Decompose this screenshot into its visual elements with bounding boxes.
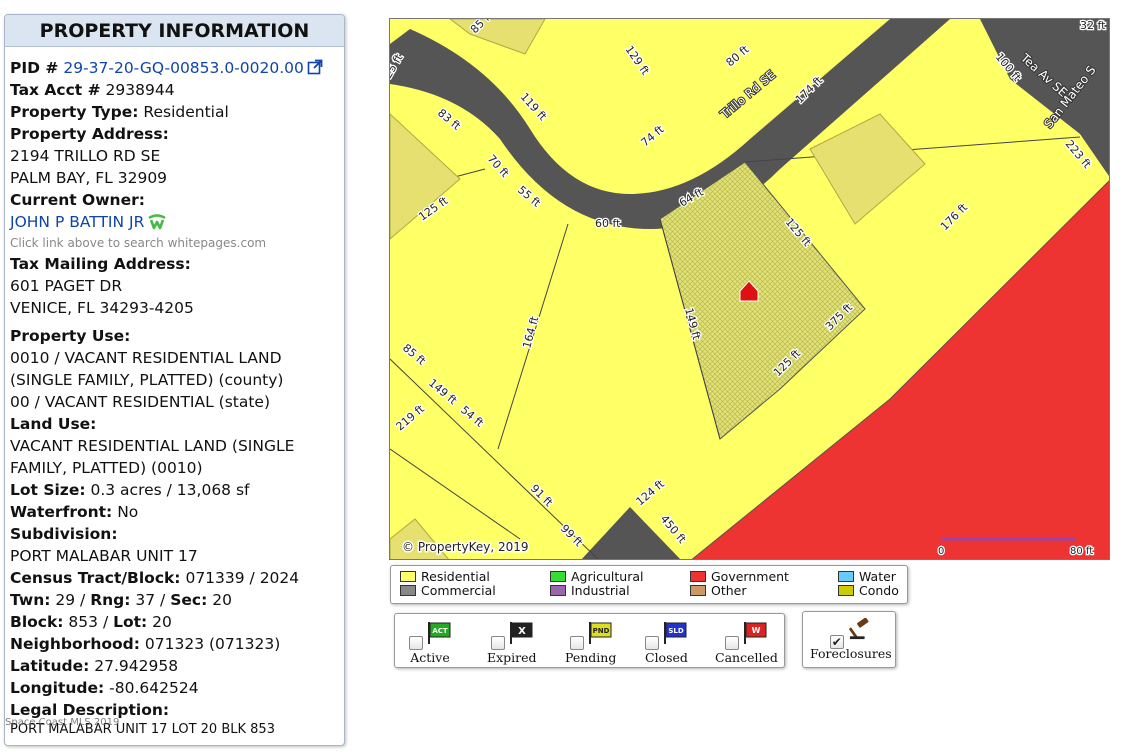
- scale-start-label: 0: [938, 546, 944, 557]
- swatch-industrial: [550, 585, 566, 596]
- owner-row: JOHN P BATTIN JR: [10, 211, 344, 233]
- map-legend: Residential Commercial Agricultural Indu…: [390, 565, 908, 604]
- legend-item-commercial: Commercial: [400, 584, 496, 598]
- foreclosures-filter[interactable]: ✔ Foreclosures: [802, 611, 896, 668]
- gavel-icon: [848, 618, 869, 640]
- property-use-line-2: (SINGLE FAMILY, PLATTED) (county): [10, 371, 284, 389]
- swatch-other: [690, 585, 706, 596]
- waterfront-row: Waterfront: No: [10, 503, 139, 521]
- dim-label: 60 ft: [595, 217, 621, 230]
- scale-end-label: 80 ft: [1070, 546, 1093, 557]
- swatch-residential: [400, 571, 416, 582]
- owner-hint: Click link above to search whitepages.co…: [10, 236, 267, 250]
- mailing-line-2: VENICE, FL 34293-4205: [10, 299, 194, 317]
- property-address-label: Property Address:: [10, 125, 169, 143]
- expired-checkbox[interactable]: [490, 636, 505, 650]
- swatch-government: [690, 571, 706, 582]
- mls-watermark: Space Coast MLS 2019: [5, 717, 120, 728]
- closed-checkbox[interactable]: [645, 636, 660, 650]
- filter-cancelled[interactable]: W Cancelled: [715, 622, 778, 665]
- legend-item-residential: Residential: [400, 570, 490, 584]
- land-use-line-2: FAMILY, PLATTED) (0010): [10, 459, 203, 477]
- panel-body: PID # 29-37-20-GQ-00853.0-0020.00 Tax Ac…: [5, 47, 344, 739]
- property-use-line-3: 00 / VACANT RESIDENTIAL (state): [10, 393, 271, 411]
- svg-text:W: W: [752, 626, 761, 635]
- subdivision-value: PORT MALABAR UNIT 17: [10, 547, 198, 565]
- pending-label: Pending: [565, 650, 617, 665]
- swatch-commercial: [400, 585, 416, 596]
- land-use-label: Land Use:: [10, 415, 97, 433]
- foreclosures-label: Foreclosures: [810, 646, 892, 661]
- tax-acct-row: Tax Acct # 2938944: [10, 79, 344, 101]
- svg-text:ACT: ACT: [432, 627, 448, 635]
- mailing-line-1: 601 PAGET DR: [10, 277, 123, 295]
- pending-flag-icon: PND: [588, 622, 612, 644]
- property-use-label: Property Use:: [10, 327, 131, 345]
- pid-row: PID # 29-37-20-GQ-00853.0-0020.00: [10, 57, 344, 79]
- swatch-water: [838, 571, 854, 582]
- expired-flag-icon: X: [509, 622, 533, 644]
- filter-pending[interactable]: PND Pending: [565, 622, 616, 665]
- map-copyright: © PropertyKey, 2019: [402, 540, 529, 554]
- mailing-label: Tax Mailing Address:: [10, 255, 191, 273]
- pending-checkbox[interactable]: [569, 636, 584, 650]
- twn-rng-sec-row: Twn: 29 / Rng: 37 / Sec: 20: [10, 591, 232, 609]
- longitude-row: Longitude: -80.642524: [10, 679, 199, 697]
- parcel-map[interactable]: Trillo Rd SE Tea Av SE San Mateo S 85 ft…: [389, 18, 1110, 560]
- subdivision-label: Subdivision:: [10, 525, 118, 543]
- waterfront-value: No: [117, 503, 139, 521]
- census-value: 071339 / 2024: [185, 569, 300, 587]
- filter-expired[interactable]: X Expired: [487, 622, 537, 665]
- pid-label: PID #: [10, 59, 59, 77]
- legend-item-agricultural: Agricultural: [550, 570, 643, 584]
- legend-item-condo: Condo: [838, 584, 899, 598]
- active-flag-icon: ACT: [428, 622, 451, 644]
- cancelled-checkbox[interactable]: [725, 636, 740, 650]
- legend-item-water: Water: [838, 570, 896, 584]
- legend-item-government: Government: [690, 570, 789, 584]
- legend-item-other: Other: [690, 584, 747, 598]
- census-row: Census Tract/Block: 071339 / 2024: [10, 569, 300, 587]
- property-type-row: Property Type: Residential: [10, 101, 344, 123]
- swatch-condo: [838, 585, 854, 596]
- svg-text:X: X: [518, 626, 526, 637]
- closed-flag-icon: SLD: [664, 622, 687, 644]
- land-use-line-1: VACANT RESIDENTIAL LAND (SINGLE: [10, 437, 295, 455]
- svg-text:PND: PND: [592, 627, 609, 635]
- cancelled-label: Cancelled: [715, 650, 778, 665]
- lot-size-row: Lot Size: 0.3 acres / 13,068 sf: [10, 481, 250, 499]
- parcel-map-canvas[interactable]: Trillo Rd SE Tea Av SE San Mateo S 85 ft…: [390, 19, 1110, 560]
- latitude-row: Latitude: 27.942958: [10, 657, 179, 675]
- panel-title: PROPERTY INFORMATION: [5, 15, 344, 47]
- filter-active[interactable]: ACT Active: [409, 622, 451, 665]
- tax-acct-value: 2938944: [105, 81, 175, 99]
- neighborhood-row: Neighborhood: 071323 (071323): [10, 635, 281, 653]
- svg-text:SLD: SLD: [669, 627, 685, 635]
- closed-label: Closed: [645, 650, 688, 665]
- external-link-icon[interactable]: [307, 59, 323, 75]
- block-lot-row: Block: 853 / Lot: 20: [10, 613, 172, 631]
- owner-label: Current Owner:: [10, 191, 145, 209]
- pid-link[interactable]: 29-37-20-GQ-00853.0-0020.00: [63, 59, 304, 77]
- active-label: Active: [410, 650, 450, 665]
- cancelled-flag-icon: W: [744, 622, 767, 644]
- filter-closed[interactable]: SLD Closed: [645, 622, 688, 665]
- address-line-2: PALM BAY, FL 32909: [10, 169, 168, 187]
- listing-status-filters: ACT Active X Expired PND Pending SLD Clo…: [394, 613, 785, 668]
- dim-label: 32 ft: [1080, 19, 1106, 32]
- legend-item-industrial: Industrial: [550, 584, 630, 598]
- lot-size-value: 0.3 acres / 13,068 sf: [90, 481, 250, 499]
- address-line-1: 2194 TRILLO RD SE: [10, 147, 161, 165]
- property-type-value: Residential: [143, 103, 229, 121]
- active-checkbox[interactable]: [409, 636, 423, 650]
- swatch-agricultural: [550, 571, 566, 582]
- property-type-label: Property Type:: [10, 103, 139, 121]
- owner-link[interactable]: JOHN P BATTIN JR: [10, 213, 144, 231]
- expired-label: Expired: [487, 650, 537, 665]
- tax-acct-label: Tax Acct #: [10, 81, 101, 99]
- property-info-panel: PROPERTY INFORMATION PID # 29-37-20-GQ-0…: [4, 14, 345, 746]
- filter-foreclosures[interactable]: ✔ Foreclosures: [810, 618, 892, 661]
- property-use-line-1: 0010 / VACANT RESIDENTIAL LAND: [10, 349, 282, 367]
- whitepages-icon[interactable]: [147, 214, 167, 230]
